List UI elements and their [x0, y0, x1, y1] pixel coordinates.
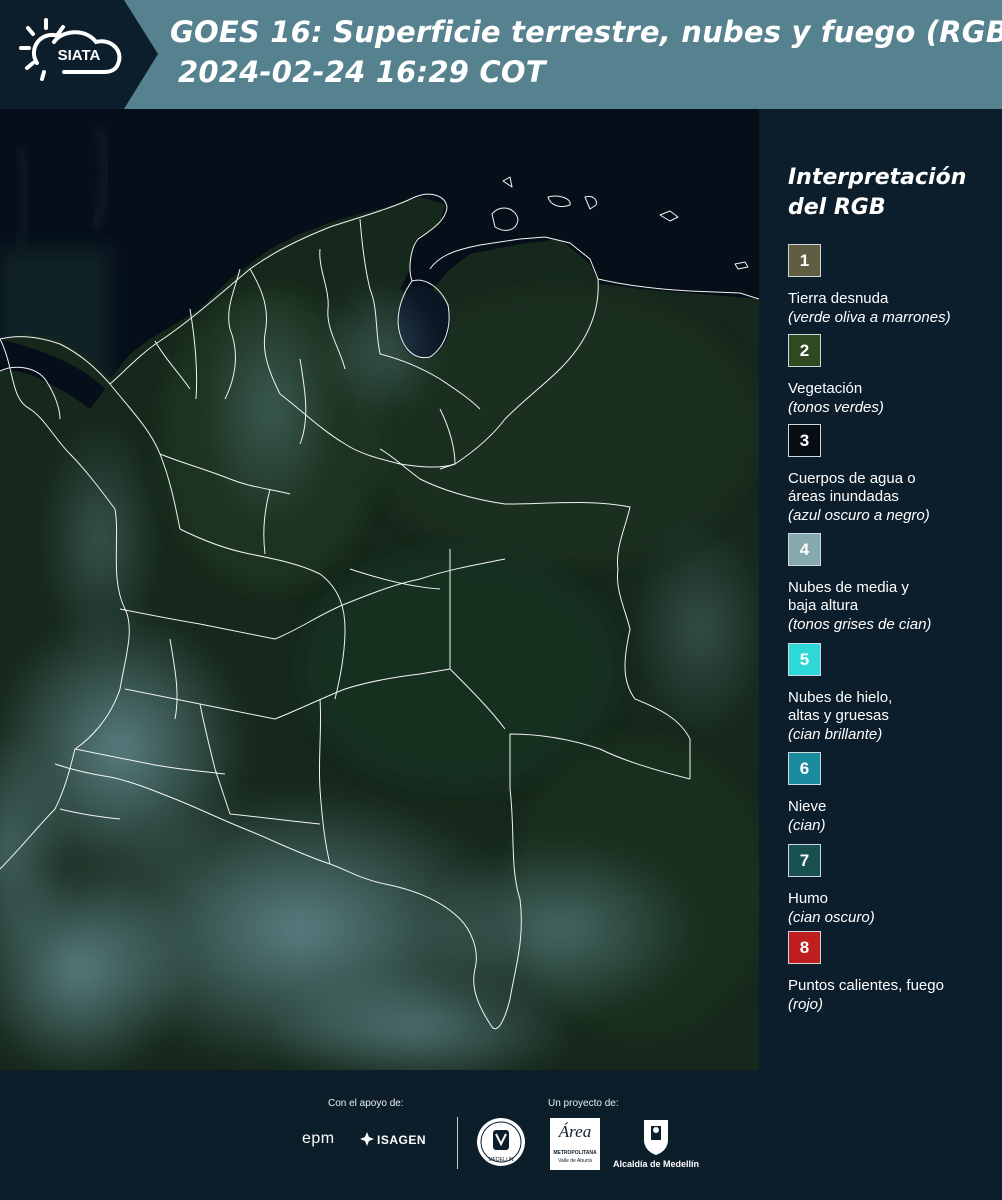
satellite-image [0, 109, 759, 1070]
legend-swatch: 2 [788, 334, 821, 367]
legend-item: 7 Humo (cian oscuro) [788, 844, 1002, 927]
alcaldia-logo[interactable]: Alcaldía de Medellín [613, 1159, 699, 1169]
rgb-legend: Interpretación del RGB 1 Tierra desnuda … [760, 109, 1002, 1070]
footer: Con el apoyo de: Un proyecto de: epm ISA… [0, 1070, 1002, 1200]
legend-label: Nubes de hielo, altas y gruesas [788, 689, 893, 724]
legend-item: 2 Vegetación (tonos verdes) [788, 334, 1002, 417]
legend-swatch: 4 [788, 533, 821, 566]
legend-label: Cuerpos de agua o áreas inundadas [788, 470, 916, 505]
siata-logo[interactable]: SIATA [0, 0, 160, 109]
area-logo-word: Área [558, 1122, 592, 1141]
epm-logo[interactable]: epm [302, 1130, 335, 1148]
legend-note: (verde oliva a marrones) [788, 309, 951, 326]
siata-logo-graphic: SIATA [0, 0, 158, 109]
legend-note: (azul oscuro a negro) [788, 507, 930, 524]
legend-note: (tonos verdes) [788, 399, 884, 416]
svg-text:MEDELLÍN: MEDELLÍN [488, 1156, 513, 1163]
legend-title-line1: Interpretación [788, 165, 967, 190]
legend-label: Nubes de media y baja altura [788, 579, 909, 614]
legend-title: Interpretación del RGB [788, 163, 988, 223]
seal-icon: MEDELLÍN [477, 1118, 525, 1166]
legend-label: Tierra desnuda [788, 290, 889, 307]
legend-swatch: 5 [788, 643, 821, 676]
satellite-map[interactable] [0, 109, 759, 1070]
legend-title-line2: del RGB [788, 195, 886, 220]
legend-note: (cian) [788, 817, 826, 834]
area-metropolitana-logo[interactable]: Área METROPOLITANA Valle de Aburrá [550, 1118, 600, 1170]
page-title: GOES 16: Superficie terrestre, nubes y f… [170, 15, 1002, 49]
legend-item: 5 Nubes de hielo, altas y gruesas (cian b… [788, 643, 1002, 744]
legend-item: 1 Tierra desnuda (verde oliva a marrones… [788, 244, 1002, 327]
legend-item: 3 Cuerpos de agua o áreas inundadas (azul… [788, 424, 1002, 525]
siata-logo-text: SIATA [58, 47, 101, 64]
legend-swatch: 6 [788, 752, 821, 785]
project-label: Un proyecto de: [548, 1098, 619, 1109]
support-label: Con el apoyo de: [328, 1098, 404, 1109]
legend-item: 6 Nieve (cian) [788, 752, 1002, 835]
legend-label: Nieve [788, 798, 827, 815]
header: SIATA GOES 16: Superficie terrestre, nub… [0, 0, 1002, 109]
legend-note: (tonos grises de cian) [788, 616, 932, 633]
legend-item: 4 Nubes de media y baja altura (tonos gri… [788, 533, 1002, 634]
footer-divider [457, 1117, 458, 1169]
legend-swatch: 1 [788, 244, 821, 277]
legend-label: Humo [788, 890, 829, 907]
legend-note: (cian oscuro) [788, 909, 875, 926]
legend-swatch: 8 [788, 931, 821, 964]
area-logo-sub2: Valle de Aburrá [558, 1158, 592, 1164]
legend-label: Vegetación [788, 380, 863, 397]
legend-label: Puntos calientes, fuego [788, 977, 944, 994]
area-logo-sub: METROPOLITANA [553, 1150, 597, 1156]
isagen-icon [360, 1132, 374, 1146]
legend-note: (cian brillante) [788, 726, 883, 743]
university-seal[interactable]: MEDELLÍN [476, 1117, 526, 1167]
legend-item: 8 Puntos calientes, fuego (rojo) [788, 931, 1002, 1014]
legend-swatch: 7 [788, 844, 821, 877]
medellin-shield-icon [642, 1118, 670, 1156]
legend-swatch: 3 [788, 424, 821, 457]
isagen-logo[interactable]: ISAGEN [377, 1133, 426, 1147]
page-timestamp: 2024-02-24 16:29 COT [178, 55, 546, 89]
legend-note: (rojo) [788, 996, 824, 1013]
